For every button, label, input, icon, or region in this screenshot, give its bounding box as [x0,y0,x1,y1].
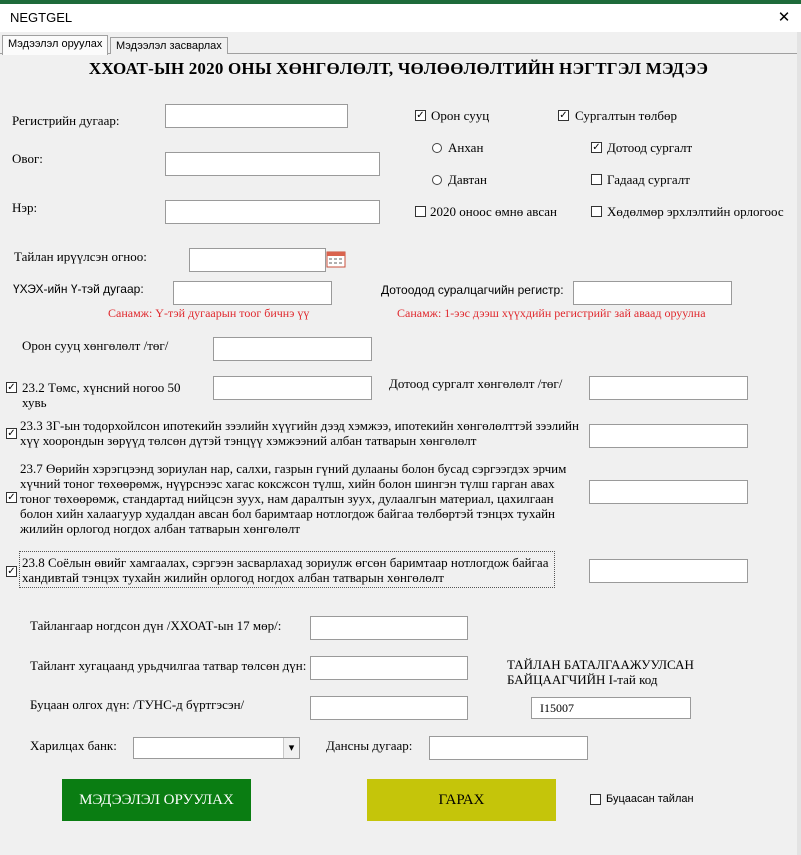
refund-input[interactable] [310,696,468,720]
article-23-2-text: 23.2 Төмс, хүнсний ногоо 50 хувь [22,380,181,410]
ukhekh-warning: Санамж: Ү-тэй дугаарын тоог бичнэ үү [108,306,310,320]
window-title: NEGTGEL [10,10,73,25]
repeat-radio[interactable] [432,175,442,185]
domestic-study-discount-label: Дотоод сургалт хөнгөлөлт /төг/ [389,376,563,391]
returned-report-label: Буцаасан тайлан [606,793,694,805]
housing-discount-label: Орон сууц хөнгөлөлт /төг/ [22,338,169,353]
refund-label: Буцаан олгох дүн: /ТУНС-д бүртгэсэн/ [30,697,245,712]
housing-option-label: Орон сууц [431,108,490,123]
before-2020-checkbox[interactable] [415,206,426,217]
domestic-study-discount-input[interactable] [589,376,748,400]
report-date-input[interactable] [189,248,326,272]
housing-discount-input[interactable] [213,337,372,361]
article-23-8-input[interactable] [589,559,748,583]
labor-income-checkbox[interactable] [591,206,602,217]
domestic-register-warning: Санамж: 1-ээс дээш хүүхдийн регистрийг з… [397,306,706,320]
title-bar [0,4,801,32]
register-label: Регистрийн дугаар: [12,113,120,128]
submit-info-button[interactable]: МЭДЭЭЛЭЛ ОРУУЛАХ [62,779,251,821]
before-2020-label: 2020 оноос өмнө авсан [430,204,557,219]
article-23-3-checkbox[interactable]: ✓ [6,428,17,439]
exit-button[interactable]: ГАРАХ [367,779,556,821]
repeat-label: Давтан [448,172,488,187]
register-input[interactable] [165,104,348,128]
tab-edit-info[interactable]: Мэдээлэл засварлах [110,37,228,55]
window-right-edge [797,32,801,855]
tab-enter-info[interactable]: Мэдээлэл оруулах [2,35,109,55]
name-input[interactable] [165,200,380,224]
inspector-code-input[interactable] [531,697,691,719]
domestic-study-label: Дотоод сургалт [607,140,693,155]
prepaid-label: Тайлант хугацаанд урьдчилгаа татвар төлс… [30,658,307,673]
name-label: Нэр: [12,200,38,215]
inspector-label: ТАЙЛАН БАТАЛГААЖУУЛСАН БАЙЦААГЧИЙН I-тай… [507,657,694,687]
domestic-study-checkbox[interactable]: ✓ [591,142,602,153]
tuition-checkbox[interactable]: ✓ [558,110,569,121]
bank-label: Харилцах банк: [30,738,117,753]
foreign-study-label: Гадаад сургалт [607,172,690,187]
first-time-label: Анхан [448,140,484,155]
article-23-3-text: 23.3 ЗГ-ын тодорхойлсон ипотекийн зээлий… [20,418,579,448]
foreign-study-checkbox[interactable] [591,174,602,185]
article-23-8-checkbox[interactable]: ✓ [6,566,17,577]
article-23-2-checkbox[interactable]: ✓ [6,382,17,393]
article-23-7-text: 23.7 Өөрийн хэрэгцээнд зориулан нар, сал… [20,461,567,536]
returned-report-checkbox[interactable] [590,794,601,805]
ukhekh-input[interactable] [173,281,332,305]
chevron-down-icon[interactable]: ▾ [283,738,299,758]
calendar-icon[interactable] [326,250,346,268]
surname-input[interactable] [165,152,380,176]
labor-income-label: Хөдөлмөр эрхлэлтийн орлогоос [607,204,784,219]
article-23-7-checkbox[interactable]: ✓ [6,492,17,503]
prepaid-input[interactable] [310,656,468,680]
surname-label: Овог: [12,151,43,166]
assessed-input[interactable] [310,616,468,640]
first-time-radio[interactable] [432,143,442,153]
article-23-8-text: 23.8 Соёлын өвийг хамгаалах, сэргээн зас… [22,555,549,585]
ukhekh-label: ҮХЭХ-ийн Ү-тэй дугаар: [13,282,144,296]
article-23-3-input[interactable] [589,424,748,448]
article-23-7-input[interactable] [589,480,748,504]
assessed-label: Тайлангаар ногдсон дүн /ХХОАТ-ын 17 мөр/… [30,618,282,633]
domestic-register-input[interactable] [573,281,732,305]
account-label: Дансны дугаар: [326,738,413,753]
account-input[interactable] [429,736,588,760]
close-icon[interactable]: ✕ [772,6,796,28]
housing-checkbox[interactable]: ✓ [415,110,426,121]
tuition-label: Сургалтын төлбөр [575,108,677,123]
form-heading: ХХОАТ-ЫН 2020 ОНЫ ХӨНГӨЛӨЛТ, ЧӨЛӨӨЛӨЛТИЙ… [88,59,709,78]
report-date-label: Тайлан ирүүлсэн огноо: [14,249,147,264]
bank-select[interactable]: ▾ [133,737,300,759]
article-23-2-input[interactable] [213,376,372,400]
domestic-register-label: Дотоодод суралцагчийн регистр: [381,283,564,297]
